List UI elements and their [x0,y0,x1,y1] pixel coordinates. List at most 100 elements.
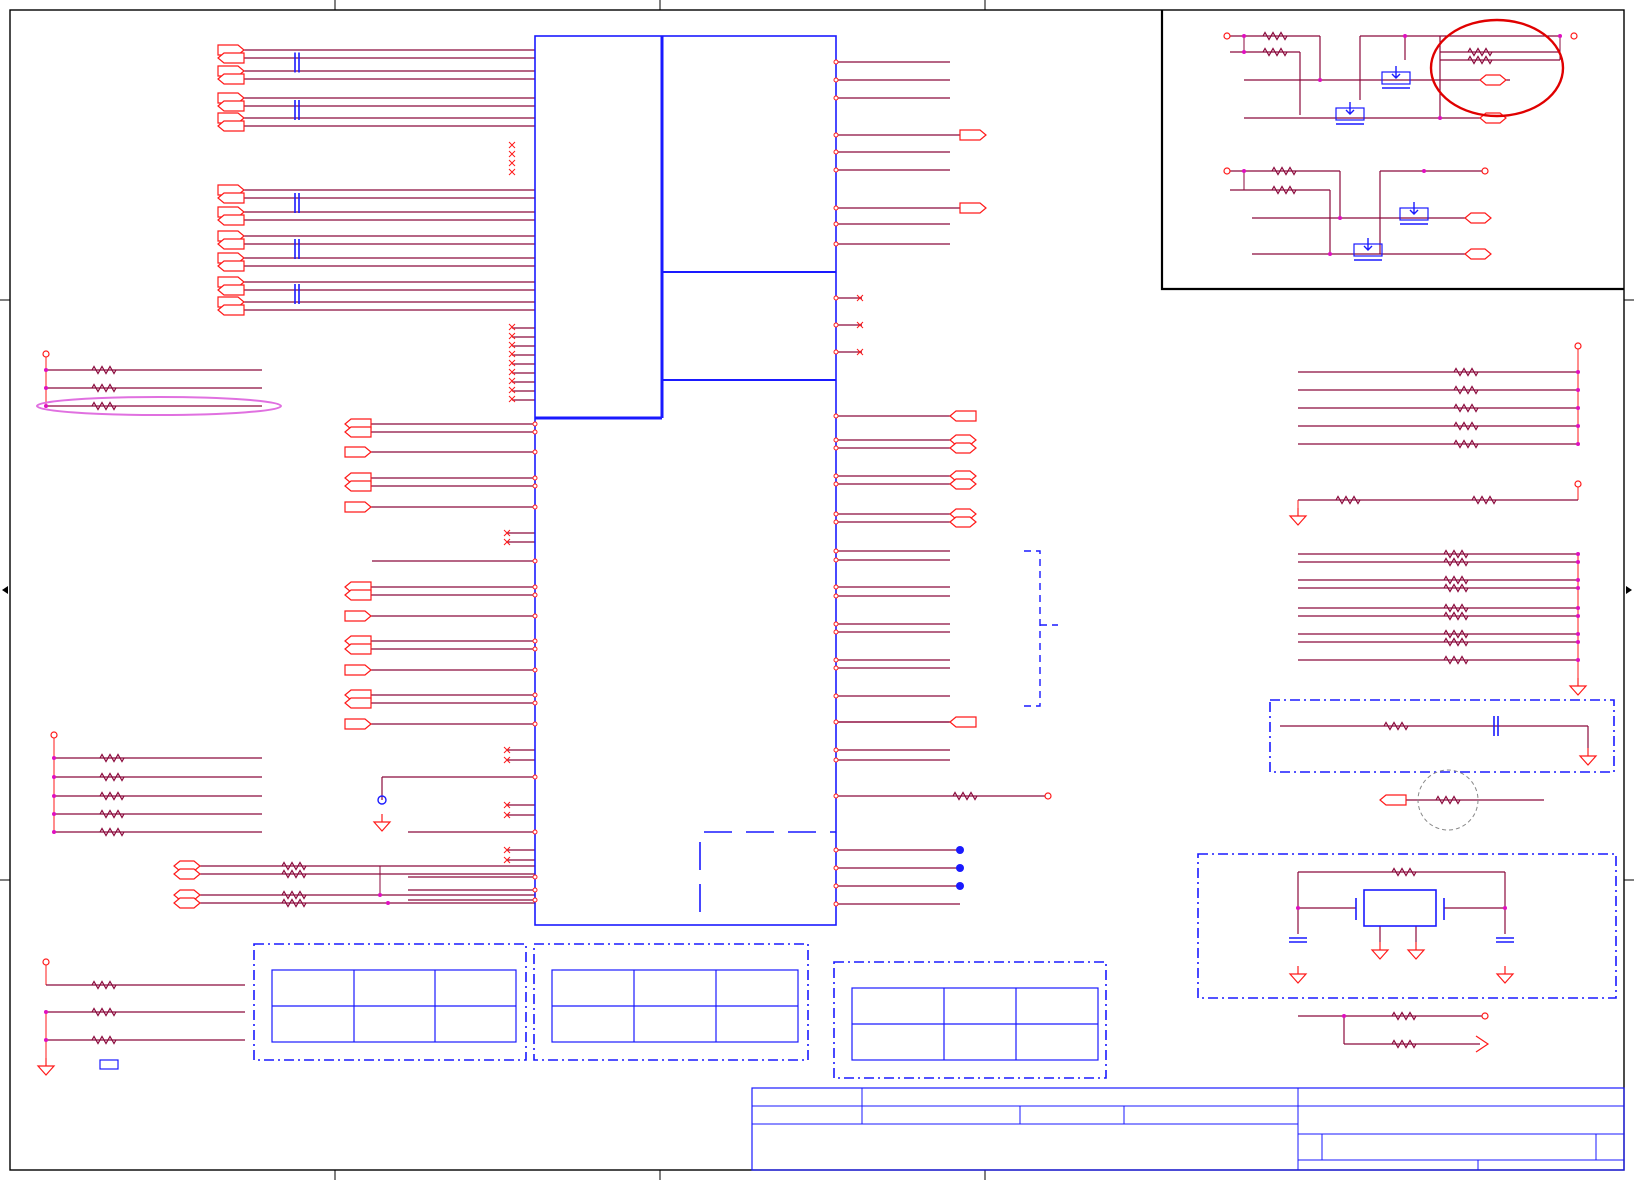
pin-icon [833,295,839,301]
pin-icon [532,646,538,652]
junction-dot [1503,906,1507,910]
pin-icon [833,241,839,247]
diff-port-icon [217,52,245,64]
rc-filter-group [1269,699,1615,773]
pin-icon [833,481,839,487]
pin-icon [833,167,839,173]
pin-icon [833,221,839,227]
pin-icon [833,757,839,763]
ground-icon [372,821,392,832]
diff-port-icon [173,868,201,880]
junction-dot [44,386,48,390]
no-connect-icon [508,332,516,340]
resistor-icon [1443,575,1469,585]
annotation-layer [36,18,1617,1079]
pin-icon [532,887,538,893]
pin-icon [532,483,538,489]
pin-icon [532,558,538,564]
diff-port-icon [217,73,245,85]
no-connect-icon [508,323,516,331]
port-icon [344,446,372,458]
pin-icon [532,429,538,435]
port-icon [959,202,987,214]
crystal-icon [1363,889,1437,927]
junction-dot [1576,632,1580,636]
pull-up-resistor-icon [1453,421,1479,431]
junction-dot [1318,78,1322,82]
pin-icon [833,548,839,554]
diff-port-icon [217,100,245,112]
pull-up-resistor-icon [1453,439,1479,449]
zone-arrow-icon [2,586,8,594]
junction-dot [44,1038,48,1042]
junction-dot [1342,1014,1346,1018]
port-icon [344,643,372,655]
pin-icon [532,421,538,427]
junction-dot [378,893,382,897]
pin-icon [833,77,839,83]
power-pin-icon [1574,480,1582,488]
highlight-circle-red [1429,18,1565,118]
resistor-icon [1391,1039,1417,1049]
pin-icon [833,621,839,627]
power-pin-icon [1481,167,1489,175]
no-connect-icon [508,386,516,394]
port-layer [173,44,1507,1053]
sheet-frame [0,0,1634,1180]
pin-icon [532,475,538,481]
junction-dot [1576,370,1580,374]
junction-dot [1242,50,1246,54]
pin-icon [833,413,839,419]
pin-icon [833,437,839,443]
series-resistor-icon [281,890,307,900]
main-ic-outline [534,35,837,926]
pin-icon [833,847,839,853]
resistor-icon [1271,185,1297,195]
junction-dot [1576,614,1580,618]
diff-port-icon [217,304,245,316]
power-pin-icon [42,958,50,966]
pin-icon [833,657,839,663]
bracket-icon [1024,550,1058,707]
pin-icon [532,592,538,598]
port-icon [1464,248,1492,260]
diff-port-icon [949,516,977,528]
pull-up-resistor-icon [91,383,117,393]
junction-dot [1422,169,1426,173]
power-pin-icon [1044,792,1052,800]
resistor-icon [1391,867,1417,877]
pin-icon [833,149,839,155]
resistor-icon [1443,637,1469,647]
ground-icon [1578,755,1598,766]
power-pin-icon [50,731,58,739]
port-icon [949,716,977,728]
junction-dot [1403,34,1407,38]
port-icon [949,410,977,422]
power-pin-icon [1574,342,1582,350]
power-pin-icon [1223,167,1231,175]
port-icon [344,480,372,492]
pull-up-resistor-icon [99,809,125,819]
pin-icon [833,747,839,753]
schematic-drawing [0,0,1634,1180]
junction-dot [1338,216,1342,220]
title-block [751,1087,1625,1171]
port-icon [959,129,987,141]
junction-dot [1296,906,1300,910]
pin-icon [532,504,538,510]
power-pin-icon [1481,1012,1489,1020]
junction-dot [1576,424,1580,428]
no-connect-icon [508,159,516,167]
pull-up-resistor-icon [1453,385,1479,395]
no-connect-icon [508,141,516,149]
test-point-icon [956,846,964,854]
resistor-icon [1271,166,1297,176]
junction-dot [52,830,56,834]
series-resistor-icon [281,861,307,871]
pin-icon [833,865,839,871]
pin-icon [532,449,538,455]
pin-icon [532,638,538,644]
sheet-border [9,9,1625,1171]
pin-icon [833,445,839,451]
no-connect-icon [508,395,516,403]
